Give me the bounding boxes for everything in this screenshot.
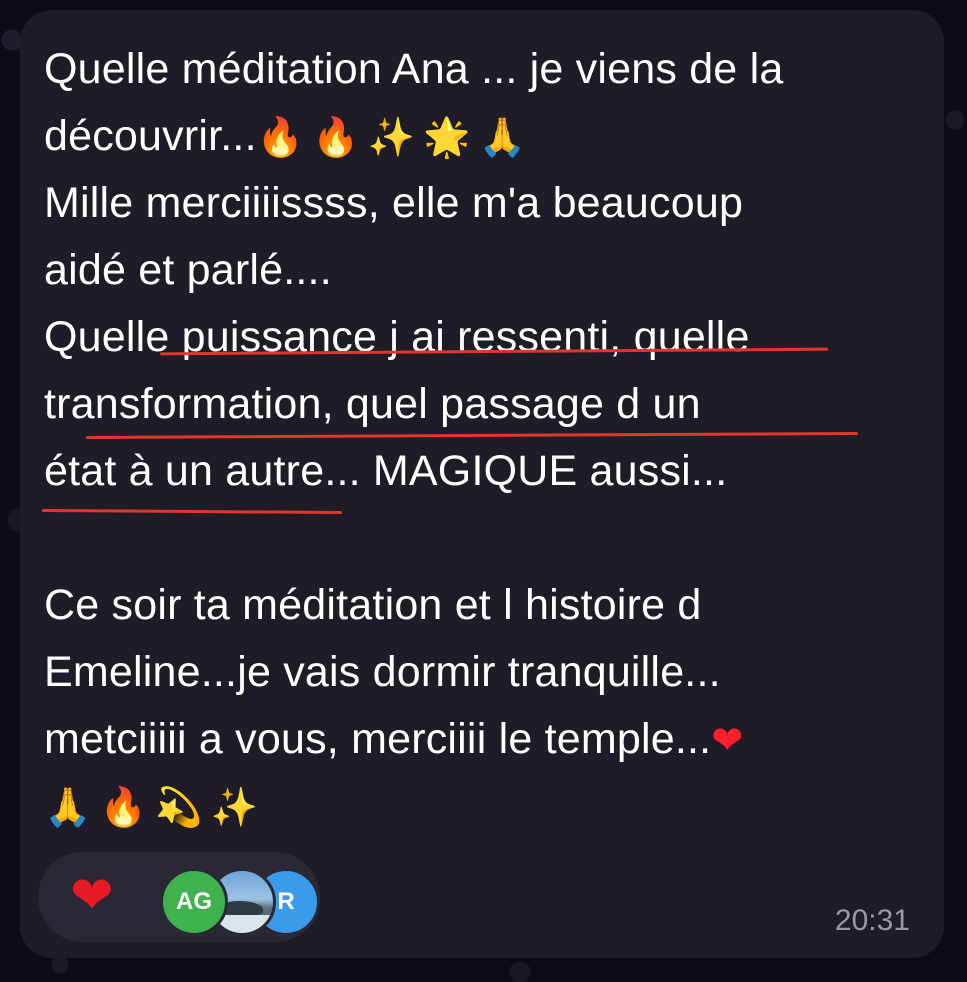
message-line: état à un autre... MAGIQUE aussi... (44, 438, 924, 505)
red-heart-icon: ❤ (711, 718, 744, 762)
sparkles-icon: ✨ (367, 115, 416, 159)
praying-hands-icon: 🙏 (478, 115, 527, 159)
message-line-text: découvrir... (44, 112, 257, 160)
message-line: Quelle puissance j ai ressenti, quelle (44, 304, 924, 371)
message-line: Emeline...je vais dormir tranquille... (44, 639, 924, 706)
sparkles-icon: ✨ (210, 785, 259, 829)
heart-reaction-icon[interactable]: ❤ (70, 868, 114, 924)
reactions-bar[interactable]: ❤ AG R (38, 852, 320, 942)
fire-icon: 🔥 (99, 785, 148, 829)
message-line: aidé et parlé.... (44, 237, 924, 304)
fire-icon: 🔥 (312, 115, 360, 159)
message-line-text: Quelle puissance j ai ressenti, quelle (44, 313, 750, 361)
praying-hands-icon: 🙏 (44, 785, 92, 829)
message-line (44, 505, 924, 572)
message-line-text: aidé et parlé.... (44, 246, 332, 294)
avatar-photo-rock (223, 901, 263, 915)
message-line: Ce soir ta méditation et l histoire d (44, 572, 924, 639)
message-line: Quelle méditation Ana ... je viens de la (44, 36, 924, 103)
message-line-text: état à un autre... MAGIQUE aussi... (44, 447, 728, 495)
glowing-star-icon: 🌟 (423, 115, 471, 159)
message-timestamp: 20:31 (834, 904, 910, 937)
message-bubble[interactable]: Quelle méditation Ana ... je viens de la… (20, 10, 944, 958)
message-line-text: Mille merciiiissss, elle m'a beaucoup (44, 179, 744, 227)
message-line-text: Emeline...je vais dormir tranquille... (44, 648, 721, 696)
message-line-text: metciiiii a vous, merciiii le temple... (44, 715, 712, 763)
dizzy-icon: 💫 (155, 785, 203, 829)
message-line: 🙏 🔥 💫 ✨ (44, 773, 924, 840)
fire-icon: 🔥 (256, 115, 305, 159)
message-line: transformation, quel passage d un (44, 371, 924, 438)
message-line: metciiiii a vous, merciiii le temple...❤ (44, 706, 924, 773)
message-line-text: Ce soir ta méditation et l histoire d (44, 581, 702, 629)
message-line-text: transformation, quel passage d un (44, 380, 701, 428)
message-line: Mille merciiiissss, elle m'a beaucoup (44, 170, 924, 237)
message-line: découvrir...🔥 🔥 ✨ 🌟 🙏 (44, 103, 924, 170)
message-line-text: Quelle méditation Ana ... je viens de la (44, 45, 784, 93)
avatar[interactable]: AG (160, 868, 228, 936)
